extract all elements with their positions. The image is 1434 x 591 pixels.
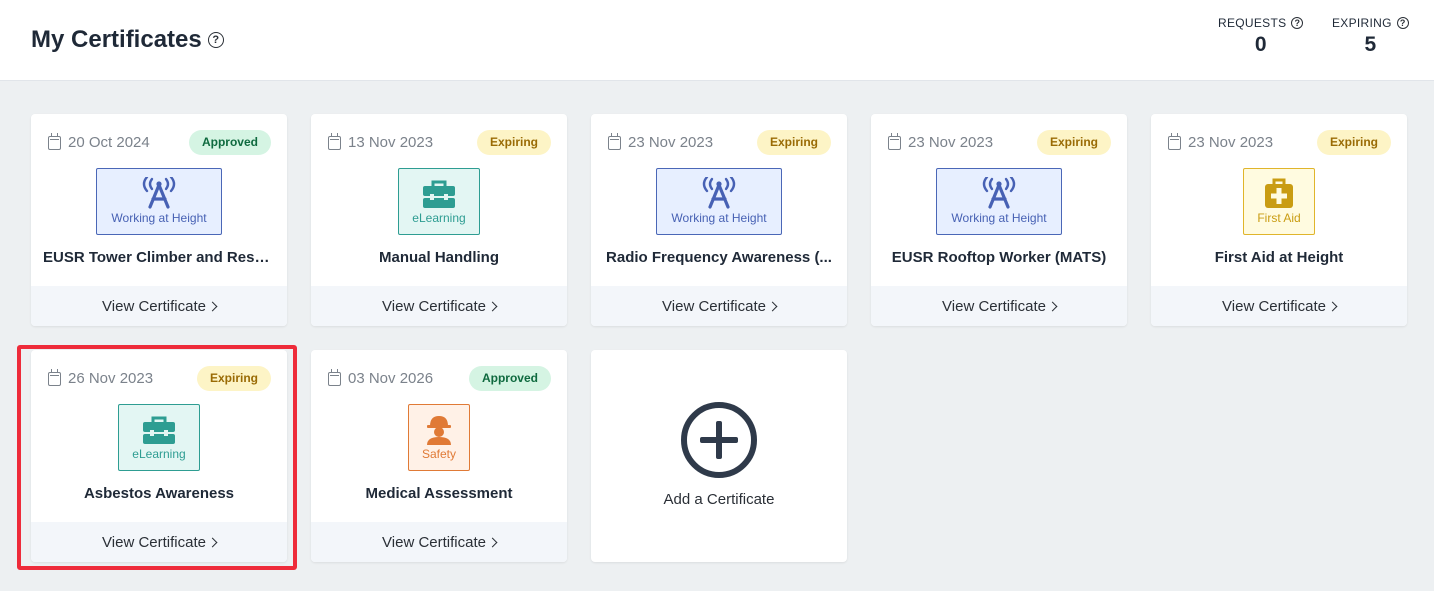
date-text: 23 Nov 2023 [628,134,714,151]
certificate-name: EUSR Rooftop Worker (MATS) [891,249,1107,266]
calendar-icon [328,132,341,150]
certificate-card[interactable]: 03 Nov 2026 Approved Safety Medical Asse… [311,350,567,562]
status-badge: Expiring [476,130,551,155]
certificate-name: EUSR Tower Climber and Resc... [43,249,275,266]
status-badge: Expiring [196,366,271,391]
date-text: 03 Nov 2026 [348,370,434,387]
toolbox-icon [421,180,457,209]
chevron-right-icon [207,537,218,548]
calendar-icon [1168,132,1181,150]
chevron-right-icon [487,537,498,548]
calendar-icon [48,132,61,150]
certificate-date: 13 Nov 2023 [328,132,434,151]
view-certificate-label: View Certificate [102,297,206,315]
certificate-name: Manual Handling [379,249,499,266]
category-label: First Aid [1257,211,1301,225]
expiring-count: 5 [1364,33,1377,56]
category-label: Safety [421,447,457,461]
category-tile: Working at Height [96,168,222,235]
date-text: 13 Nov 2023 [348,134,434,151]
certificate-date: 20 Oct 2024 [48,132,150,151]
toolbox-icon [141,416,177,445]
help-icon[interactable]: ? [207,32,224,48]
chevron-right-icon [1047,301,1058,312]
certificate-date: 23 Nov 2023 [1168,132,1274,151]
requests-help-icon[interactable]: ? [1291,17,1304,29]
category-label: eLearning [132,447,186,461]
chevron-right-icon [767,301,778,312]
certificate-card[interactable]: 23 Nov 2023 Expiring First Aid First Aid… [1151,114,1407,326]
certificate-name: First Aid at Height [1214,249,1344,266]
view-certificate-link[interactable]: View Certificate [1151,286,1407,326]
radio-tower-icon [702,177,736,209]
status-badge: Expiring [1036,130,1111,155]
status-badge: Approved [468,366,551,391]
certificate-card[interactable]: 26 Nov 2023 Expiring eLearning Asbestos … [31,350,287,562]
certificate-name: Medical Assessment [365,485,513,502]
page-title-text: My Certificates [31,26,202,53]
requests-count: 0 [1254,33,1267,56]
category-tile: eLearning [398,168,480,235]
status-badge: Approved [188,130,271,155]
chevron-right-icon [487,301,498,312]
date-text: 26 Nov 2023 [68,370,154,387]
page-header: My Certificates ? REQUESTS ? 0 EXPIRING … [0,0,1434,81]
certificate-card[interactable]: 23 Nov 2023 Expiring Working at Height E… [871,114,1127,326]
category-tile: Working at Height [656,168,782,235]
category-label: Working at Height [111,211,207,225]
calendar-icon [888,132,901,150]
category-tile: First Aid [1243,168,1315,235]
view-certificate-link[interactable]: View Certificate [31,286,287,326]
certificate-name: Radio Frequency Awareness (... [606,249,832,266]
add-certificate-card[interactable]: Add a Certificate [591,350,847,562]
calendar-icon [48,368,61,386]
category-label: Working at Height [671,211,767,225]
expiring-label: EXPIRING [1332,16,1392,30]
view-certificate-label: View Certificate [662,297,766,315]
status-badge: Expiring [1316,130,1391,155]
expiring-stat: EXPIRING ? 5 [1332,16,1409,57]
requests-stat: REQUESTS ? 0 [1218,16,1304,57]
view-certificate-link[interactable]: View Certificate [311,286,567,326]
first-aid-kit-icon [1263,178,1295,209]
view-certificate-link[interactable]: View Certificate [31,522,287,562]
date-text: 23 Nov 2023 [1188,134,1274,151]
chevron-right-icon [1327,301,1338,312]
certificate-date: 23 Nov 2023 [888,132,994,151]
date-text: 20 Oct 2024 [68,134,150,151]
calendar-icon [608,132,621,150]
certificate-card[interactable]: 13 Nov 2023 Expiring eLearning Manual Ha… [311,114,567,326]
view-certificate-link[interactable]: View Certificate [871,286,1127,326]
category-label: Working at Height [951,211,1047,225]
calendar-icon [328,368,341,386]
status-badge: Expiring [756,130,831,155]
view-certificate-label: View Certificate [102,533,206,551]
certificate-card[interactable]: 23 Nov 2023 Expiring Working at Height R… [591,114,847,326]
category-label: eLearning [412,211,466,225]
certificate-date: 03 Nov 2026 [328,368,434,387]
add-certificate-label: Add a Certificate [663,491,775,508]
radio-tower-icon [142,177,176,209]
view-certificate-link[interactable]: View Certificate [311,522,567,562]
plus-circle-icon [681,402,757,478]
certificate-name: Asbestos Awareness [83,485,235,502]
category-tile: Working at Height [936,168,1062,235]
category-tile: Safety [408,404,470,471]
view-certificate-label: View Certificate [382,533,486,551]
hard-hat-worker-icon [427,416,451,445]
chevron-right-icon [207,301,218,312]
category-tile: eLearning [118,404,200,471]
radio-tower-icon [982,177,1016,209]
view-certificate-label: View Certificate [942,297,1046,315]
date-text: 23 Nov 2023 [908,134,994,151]
certificate-card[interactable]: 20 Oct 2024 Approved Working at Height E… [31,114,287,326]
requests-label: REQUESTS [1218,16,1287,30]
page-title: My Certificates ? [31,26,224,54]
expiring-help-icon[interactable]: ? [1396,17,1409,29]
view-certificate-link[interactable]: View Certificate [591,286,847,326]
certificate-date: 23 Nov 2023 [608,132,714,151]
certificate-date: 26 Nov 2023 [48,368,154,387]
view-certificate-label: View Certificate [382,297,486,315]
view-certificate-label: View Certificate [1222,297,1326,315]
